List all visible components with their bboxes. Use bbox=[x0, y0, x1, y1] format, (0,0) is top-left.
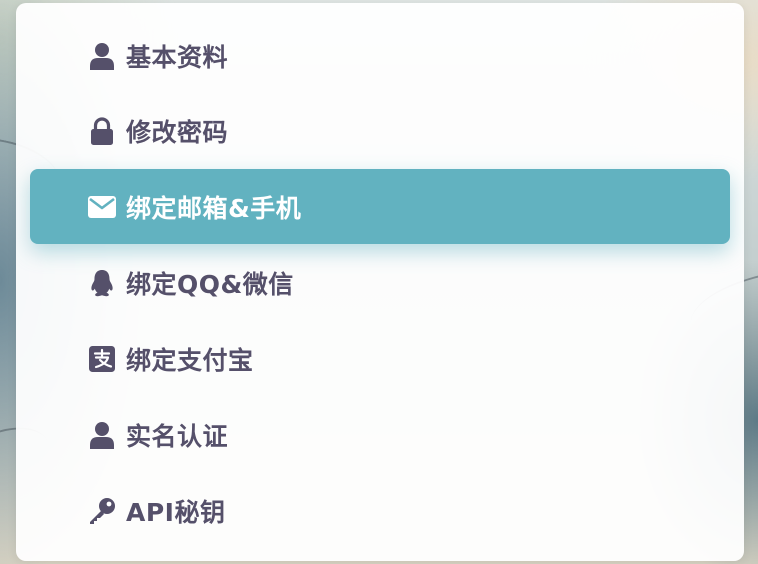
menu-item-bind-qq-wechat[interactable]: 绑定QQ&微信 bbox=[30, 245, 730, 320]
alipay-icon bbox=[88, 345, 116, 373]
menu-item-label: 绑定QQ&微信 bbox=[126, 269, 294, 299]
menu-item-change-password[interactable]: 修改密码 bbox=[30, 93, 730, 168]
menu-item-bind-alipay[interactable]: 绑定支付宝 bbox=[30, 321, 730, 396]
menu-item-label: 修改密码 bbox=[126, 117, 229, 147]
key-icon bbox=[88, 497, 116, 525]
menu-item-label: 绑定邮箱&手机 bbox=[126, 193, 302, 223]
envelope-icon bbox=[88, 193, 116, 221]
menu-item-label: API秘钥 bbox=[126, 497, 226, 527]
user-icon bbox=[88, 421, 116, 449]
menu-item-basic-info[interactable]: 基本资料 bbox=[30, 18, 730, 93]
menu-item-real-name-auth[interactable]: 实名认证 bbox=[30, 397, 730, 472]
settings-menu: 基本资料 修改密码 绑定邮箱&手机 绑定QQ&微信 绑定支付宝 实名认证 API… bbox=[16, 3, 744, 561]
menu-item-bind-email-phone[interactable]: 绑定邮箱&手机 bbox=[30, 169, 730, 244]
menu-item-api-key[interactable]: API秘钥 bbox=[30, 473, 730, 548]
lock-icon bbox=[88, 116, 116, 145]
user-icon bbox=[88, 42, 116, 70]
menu-item-label: 基本资料 bbox=[126, 42, 229, 72]
menu-item-label: 实名认证 bbox=[126, 421, 229, 451]
account-settings-panel: 基本资料 修改密码 绑定邮箱&手机 绑定QQ&微信 绑定支付宝 实名认证 API… bbox=[16, 3, 744, 561]
menu-item-label: 绑定支付宝 bbox=[126, 345, 254, 375]
qq-icon bbox=[88, 269, 116, 297]
